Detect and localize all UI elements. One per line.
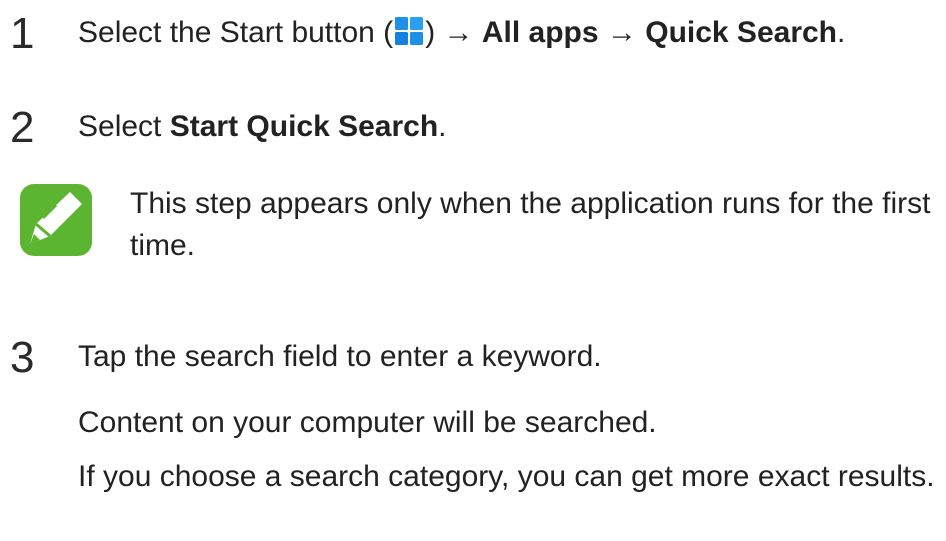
note-pencil-icon [20, 184, 92, 256]
all-apps-label: All apps [481, 16, 599, 49]
step-2-number: 2 [10, 103, 35, 152]
step-3-paragraph-2: If you choose a search category, you can… [78, 460, 935, 493]
step-3-text: Tap the search field to enter a keyword. [78, 340, 602, 373]
step-1-text: Select the Start button ( ) → All apps →… [78, 14, 845, 52]
step-3-paragraph-1: Content on your computer will be searche… [78, 406, 657, 439]
step-2-suffix: . [438, 110, 447, 143]
windows-start-icon [395, 17, 424, 45]
quick-search-label: Quick Search [645, 16, 837, 49]
step-1-after-icon: ) → [425, 16, 482, 49]
step-3-number: 3 [10, 333, 35, 382]
step-2-text: Select Start Quick Search. [78, 108, 447, 146]
step-1-number: 1 [10, 9, 35, 58]
step-1-prefix: Select the Start button ( [78, 16, 394, 49]
step-2-prefix: Select [78, 110, 170, 143]
start-quick-search-label: Start Quick Search [169, 110, 439, 143]
step-1-suffix: . [837, 16, 846, 49]
note-text: This step appears only when the applicat… [130, 187, 931, 262]
step-1-arrow: → [598, 16, 646, 49]
